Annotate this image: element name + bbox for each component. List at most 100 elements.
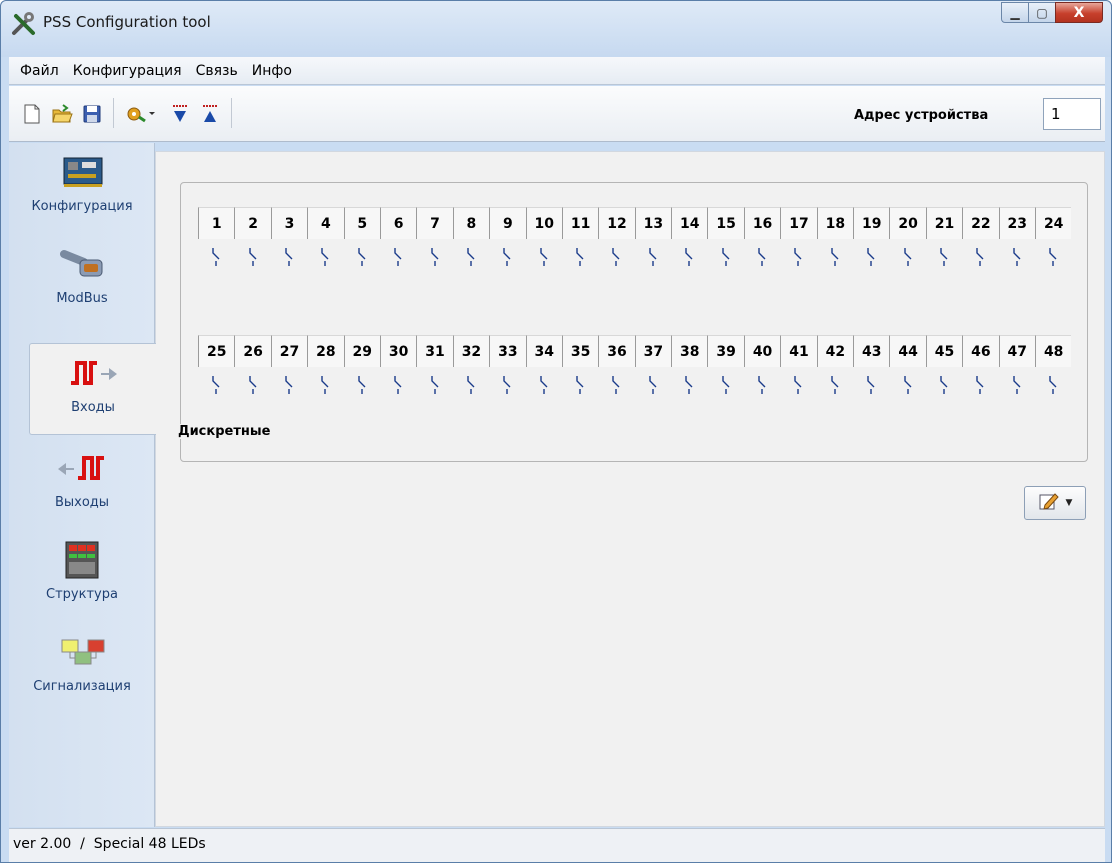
switch-contact-icon[interactable] <box>562 371 598 399</box>
led-channel[interactable]: 19 <box>853 207 890 239</box>
led-channel[interactable]: 18 <box>816 207 854 239</box>
sidebar-item-modbus[interactable]: ModBus <box>9 235 155 325</box>
maximize-button[interactable]: ▢ <box>1028 2 1056 23</box>
led-channel[interactable]: 22 <box>962 207 999 239</box>
led-channel[interactable]: 43 <box>853 335 890 367</box>
sidebar-item-structure[interactable]: Структура <box>9 531 155 621</box>
switch-contact-icon[interactable] <box>707 371 743 399</box>
switch-contact-icon[interactable] <box>526 371 562 399</box>
switch-contact-icon[interactable] <box>962 371 998 399</box>
switch-contact-icon[interactable] <box>671 371 707 399</box>
switch-contact-icon[interactable] <box>416 371 452 399</box>
led-channel[interactable]: 35 <box>561 335 599 367</box>
led-channel[interactable]: 48 <box>1034 335 1072 367</box>
led-channel[interactable]: 40 <box>743 335 781 367</box>
switch-contact-icon[interactable] <box>271 243 307 271</box>
led-channel[interactable]: 5 <box>343 207 380 239</box>
menu-connection[interactable]: Связь <box>189 63 245 79</box>
edit-dropdown-button[interactable]: ▼ <box>1024 486 1086 520</box>
switch-contact-icon[interactable] <box>817 243 853 271</box>
close-button[interactable]: X <box>1055 2 1103 23</box>
led-channel[interactable]: 12 <box>598 207 635 239</box>
led-channel[interactable]: 44 <box>889 335 926 367</box>
switch-contact-icon[interactable] <box>744 371 780 399</box>
switch-contact-icon[interactable] <box>198 243 234 271</box>
switch-contact-icon[interactable] <box>853 243 889 271</box>
led-channel[interactable]: 26 <box>234 335 271 367</box>
menu-configuration[interactable]: Конфигурация <box>66 63 189 79</box>
sidebar-item-inputs[interactable]: Входы <box>29 343 156 435</box>
led-channel[interactable]: 6 <box>379 207 417 239</box>
led-channel[interactable]: 7 <box>416 207 453 239</box>
switch-contact-icon[interactable] <box>1035 243 1071 271</box>
open-folder-icon[interactable] <box>51 103 73 125</box>
led-channel[interactable]: 38 <box>671 335 708 367</box>
download-icon[interactable] <box>169 103 191 125</box>
led-channel[interactable]: 29 <box>343 335 380 367</box>
led-channel[interactable]: 36 <box>598 335 635 367</box>
new-file-icon[interactable] <box>21 103 43 125</box>
switch-contact-icon[interactable] <box>962 243 998 271</box>
switch-contact-icon[interactable] <box>489 243 525 271</box>
device-address-input[interactable] <box>1043 98 1101 130</box>
save-icon[interactable] <box>81 103 103 125</box>
led-channel[interactable]: 2 <box>234 207 271 239</box>
led-channel[interactable]: 31 <box>416 335 453 367</box>
led-channel[interactable]: 30 <box>379 335 417 367</box>
switch-contact-icon[interactable] <box>271 371 307 399</box>
switch-contact-icon[interactable] <box>635 243 671 271</box>
switch-contact-icon[interactable] <box>344 371 380 399</box>
led-channel[interactable]: 23 <box>998 207 1035 239</box>
switch-contact-icon[interactable] <box>526 243 562 271</box>
sidebar-item-alarms[interactable]: Сигнализация <box>9 623 155 713</box>
switch-contact-icon[interactable] <box>198 371 234 399</box>
led-channel[interactable]: 32 <box>452 335 490 367</box>
sidebar-item-outputs[interactable]: Выходы <box>9 439 155 529</box>
led-channel[interactable]: 4 <box>307 207 344 239</box>
led-channel[interactable]: 20 <box>889 207 926 239</box>
led-channel[interactable]: 28 <box>307 335 344 367</box>
led-channel[interactable]: 47 <box>998 335 1035 367</box>
led-channel[interactable]: 10 <box>525 207 562 239</box>
minimize-button[interactable]: ▁ <box>1001 2 1029 23</box>
switch-contact-icon[interactable] <box>234 371 270 399</box>
switch-contact-icon[interactable] <box>744 243 780 271</box>
switch-contact-icon[interactable] <box>780 371 816 399</box>
switch-contact-icon[interactable] <box>853 371 889 399</box>
led-channel[interactable]: 8 <box>452 207 490 239</box>
switch-contact-icon[interactable] <box>926 371 962 399</box>
switch-contact-icon[interactable] <box>562 243 598 271</box>
led-channel[interactable]: 34 <box>525 335 562 367</box>
led-channel[interactable]: 17 <box>780 207 817 239</box>
led-channel[interactable]: 39 <box>707 335 744 367</box>
sidebar-item-configuration[interactable]: Конфигурация <box>9 143 155 233</box>
led-channel[interactable]: 11 <box>561 207 599 239</box>
led-channel[interactable]: 9 <box>489 207 526 239</box>
led-channel[interactable]: 1 <box>198 207 235 239</box>
switch-contact-icon[interactable] <box>1035 371 1071 399</box>
led-channel[interactable]: 25 <box>198 335 235 367</box>
switch-contact-icon[interactable] <box>598 243 634 271</box>
led-channel[interactable]: 46 <box>962 335 999 367</box>
led-channel[interactable]: 27 <box>270 335 308 367</box>
switch-contact-icon[interactable] <box>817 371 853 399</box>
switch-contact-icon[interactable] <box>453 243 489 271</box>
switch-contact-icon[interactable] <box>489 371 525 399</box>
switch-contact-icon[interactable] <box>307 243 343 271</box>
switch-contact-icon[interactable] <box>234 243 270 271</box>
led-channel[interactable]: 21 <box>925 207 963 239</box>
switch-contact-icon[interactable] <box>780 243 816 271</box>
switch-contact-icon[interactable] <box>453 371 489 399</box>
title-bar[interactable]: PSS Configuration tool ▁ ▢ X <box>1 1 1111 57</box>
led-channel[interactable]: 37 <box>634 335 672 367</box>
switch-contact-icon[interactable] <box>635 371 671 399</box>
switch-contact-icon[interactable] <box>307 371 343 399</box>
switch-contact-icon[interactable] <box>380 243 416 271</box>
menu-info[interactable]: Инфо <box>245 63 299 79</box>
switch-contact-icon[interactable] <box>671 243 707 271</box>
switch-contact-icon[interactable] <box>598 371 634 399</box>
switch-contact-icon[interactable] <box>999 243 1035 271</box>
led-channel[interactable]: 42 <box>816 335 854 367</box>
menu-file[interactable]: Файл <box>13 63 66 79</box>
led-channel[interactable]: 45 <box>925 335 963 367</box>
